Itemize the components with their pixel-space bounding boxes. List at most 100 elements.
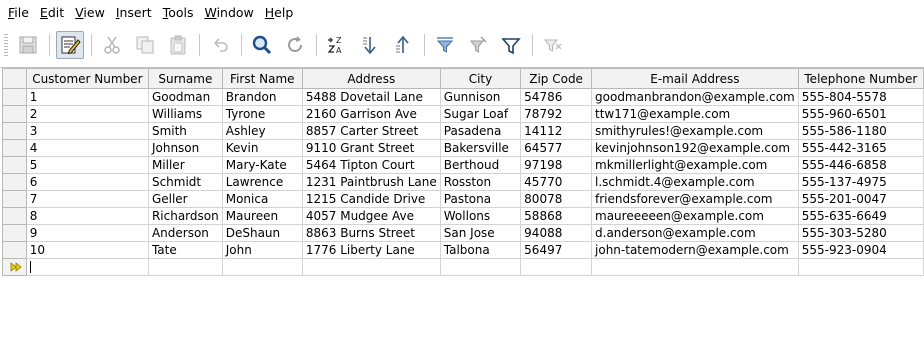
cell-surname[interactable]: Williams <box>147 105 223 123</box>
row-selector[interactable] <box>2 139 27 157</box>
column-header-customer-number[interactable]: Customer Number <box>25 68 149 89</box>
table-row[interactable]: 3 Smith Ashley 8857 Carter Street Pasade… <box>2 122 924 140</box>
cell-city[interactable]: Pastona <box>439 190 522 208</box>
cell-first-name[interactable]: Tyrone <box>221 105 303 123</box>
corner-cell[interactable] <box>2 68 27 89</box>
cell-customer-number[interactable]: 1 <box>25 88 149 106</box>
cell-email-address[interactable]: ttw171@example.com <box>591 105 799 123</box>
cell-first-name[interactable]: Monica <box>221 190 303 208</box>
table-row[interactable]: 7 Geller Monica 1215 Candide Drive Pasto… <box>2 190 924 208</box>
new-record-selector[interactable] <box>2 258 27 276</box>
cell-city[interactable]: Pasadena <box>439 122 522 140</box>
column-header-email-address[interactable]: E-mail Address <box>591 68 799 89</box>
cell-first-name[interactable]: John <box>221 241 303 259</box>
cell-telephone-number[interactable]: 555-137-4975 <box>797 173 924 191</box>
cell-surname[interactable]: Richardson <box>147 207 223 225</box>
cell-zip-code[interactable]: 58868 <box>520 207 593 225</box>
cell-email-address[interactable]: maureeeeen@example.com <box>591 207 799 225</box>
find-record-button[interactable] <box>248 31 276 59</box>
cell-email-address[interactable]: mkmillerlight@example.com <box>591 156 799 174</box>
cell-surname[interactable]: Goodman <box>147 88 223 106</box>
menu-view[interactable]: View <box>71 0 109 26</box>
cell-city[interactable]: San Jose <box>439 224 522 242</box>
cell-customer-number[interactable]: 5 <box>25 156 149 174</box>
refresh-button[interactable] <box>281 31 309 59</box>
cell-address[interactable]: 4057 Mudgee Ave <box>301 207 441 225</box>
cell-address[interactable]: 1215 Candide Drive <box>301 190 441 208</box>
cell-customer-number[interactable]: 9 <box>25 224 149 242</box>
table-row[interactable]: 2 Williams Tyrone 2160 Garrison Ave Suga… <box>2 105 924 123</box>
sort-ascending-button[interactable] <box>356 31 384 59</box>
cell-zip-code[interactable]: 78792 <box>520 105 593 123</box>
cell-surname[interactable]: Johnson <box>147 139 223 157</box>
cell-address[interactable]: 8857 Carter Street <box>301 122 441 140</box>
sort-button[interactable]: ZA <box>323 31 351 59</box>
cell-customer-number[interactable]: 4 <box>25 139 149 157</box>
menu-tools[interactable]: Tools <box>159 0 198 26</box>
menu-file[interactable]: File <box>4 0 33 26</box>
table-row[interactable]: 4 Johnson Kevin 9110 Grant Street Bakers… <box>2 139 924 157</box>
cell-address[interactable]: 1776 Liberty Lane <box>301 241 441 259</box>
row-selector[interactable] <box>2 88 27 106</box>
cell-first-name[interactable]: Ashley <box>221 122 303 140</box>
new-cell-surname[interactable] <box>147 258 223 276</box>
cell-city[interactable]: Rosston <box>439 173 522 191</box>
cell-telephone-number[interactable]: 555-804-5578 <box>797 88 924 106</box>
edit-data-button[interactable] <box>56 31 84 59</box>
column-header-city[interactable]: City <box>439 68 522 89</box>
cell-city[interactable]: Gunnison <box>439 88 522 106</box>
cell-address[interactable]: 2160 Garrison Ave <box>301 105 441 123</box>
cell-customer-number[interactable]: 10 <box>25 241 149 259</box>
cell-customer-number[interactable]: 3 <box>25 122 149 140</box>
autofilter-button[interactable] <box>431 31 459 59</box>
menu-insert[interactable]: Insert <box>112 0 156 26</box>
row-selector[interactable] <box>2 173 27 191</box>
cell-email-address[interactable]: smithyrules!@example.com <box>591 122 799 140</box>
cell-email-address[interactable]: goodmanbrandon@example.com <box>591 88 799 106</box>
menu-help[interactable]: Help <box>261 0 298 26</box>
cell-email-address[interactable]: l.schmidt.4@example.com <box>591 173 799 191</box>
cell-first-name[interactable]: Brandon <box>221 88 303 106</box>
cell-city[interactable]: Talbona <box>439 241 522 259</box>
undo-button[interactable] <box>206 31 234 59</box>
cell-telephone-number[interactable]: 555-635-6649 <box>797 207 924 225</box>
cell-telephone-number[interactable]: 555-303-5280 <box>797 224 924 242</box>
new-cell-first-name[interactable] <box>221 258 303 276</box>
cell-address[interactable]: 1231 Paintbrush Lane <box>301 173 441 191</box>
cell-address[interactable]: 8863 Burns Street <box>301 224 441 242</box>
cell-customer-number[interactable]: 7 <box>25 190 149 208</box>
new-cell-email-address[interactable] <box>591 258 799 276</box>
table-row[interactable]: 9 Anderson DeShaun 8863 Burns Street San… <box>2 224 924 242</box>
cell-telephone-number[interactable]: 555-586-1180 <box>797 122 924 140</box>
row-selector[interactable] <box>2 190 27 208</box>
cell-city[interactable]: Sugar Loaf <box>439 105 522 123</box>
table-row[interactable]: 1 Goodman Brandon 5488 Dovetail Lane Gun… <box>2 88 924 106</box>
new-cell-telephone-number[interactable] <box>797 258 924 276</box>
table-row[interactable]: 6 Schmidt Lawrence 1231 Paintbrush Lane … <box>2 173 924 191</box>
cell-first-name[interactable]: Lawrence <box>221 173 303 191</box>
cell-zip-code[interactable]: 14112 <box>520 122 593 140</box>
menu-edit[interactable]: Edit <box>36 0 68 26</box>
column-header-zip-code[interactable]: Zip Code <box>520 68 593 89</box>
new-cell-zip-code[interactable] <box>520 258 593 276</box>
cell-zip-code[interactable]: 97198 <box>520 156 593 174</box>
cell-city[interactable]: Bakersville <box>439 139 522 157</box>
cell-zip-code[interactable]: 94088 <box>520 224 593 242</box>
cell-surname[interactable]: Tate <box>147 241 223 259</box>
cell-city[interactable]: Berthoud <box>439 156 522 174</box>
cell-first-name[interactable]: Kevin <box>221 139 303 157</box>
new-cell-city[interactable] <box>439 258 522 276</box>
apply-filter-button[interactable] <box>464 31 492 59</box>
cell-surname[interactable]: Geller <box>147 190 223 208</box>
cell-telephone-number[interactable]: 555-442-3165 <box>797 139 924 157</box>
cell-zip-code[interactable]: 80078 <box>520 190 593 208</box>
cell-address[interactable]: 5464 Tipton Court <box>301 156 441 174</box>
cell-address[interactable]: 9110 Grant Street <box>301 139 441 157</box>
table-row[interactable]: 5 Miller Mary-Kate 5464 Tipton Court Ber… <box>2 156 924 174</box>
table-row[interactable]: 10 Tate John 1776 Liberty Lane Talbona 5… <box>2 241 924 259</box>
cell-first-name[interactable]: DeShaun <box>221 224 303 242</box>
cell-telephone-number[interactable]: 555-446-6858 <box>797 156 924 174</box>
cell-zip-code[interactable]: 56497 <box>520 241 593 259</box>
cell-address[interactable]: 5488 Dovetail Lane <box>301 88 441 106</box>
cell-telephone-number[interactable]: 555-201-0047 <box>797 190 924 208</box>
